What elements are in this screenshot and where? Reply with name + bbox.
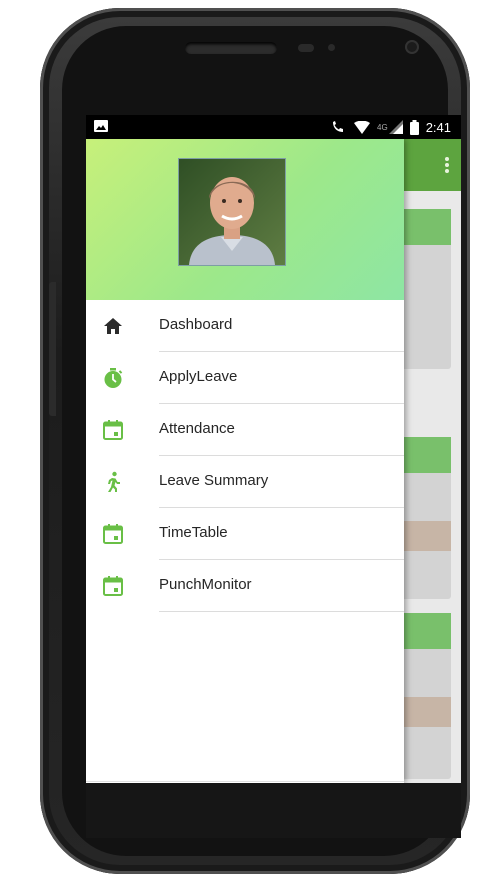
drawer-menu: Dashboard ApplyLeave Attendance Leave Su… [86,300,404,612]
drawer-item-label: PunchMonitor [159,576,252,593]
background-card [398,613,451,779]
signal-icon [388,120,403,134]
divider [86,781,404,782]
calendar-icon [103,420,123,440]
cellular-signal: 4G [377,120,403,134]
wifi-icon [354,120,371,134]
image-notification-icon [94,120,108,132]
phone-chin [86,783,461,838]
proximity-sensor [298,44,314,52]
drawer-item-leave-summary[interactable]: Leave Summary [86,456,404,508]
home-icon [104,318,122,334]
network-type-label: 4G [377,122,388,132]
status-icons: 4G 2:41 [331,119,451,135]
background-card [398,209,451,369]
divider [159,611,404,612]
overflow-menu-icon[interactable] [445,155,449,175]
navigation-drawer: Dashboard ApplyLeave Attendance Leave Su… [86,139,404,783]
profile-photo [179,159,285,265]
drawer-item-applyleave[interactable]: ApplyLeave [86,352,404,404]
wifi-call-icon [333,121,344,132]
status-time: 2:41 [425,119,451,135]
background-card [398,437,451,599]
calendar-icon [103,576,123,596]
light-sensor [328,44,335,51]
volume-button [49,282,56,416]
drawer-item-label: ApplyLeave [159,368,238,385]
timer-icon [104,368,123,388]
front-camera [405,40,419,54]
screen: 4G 2:41 Dashboard ApplyLeave Attendance … [86,115,461,783]
calendar-icon [103,524,123,544]
battery-icon [409,119,419,135]
earpiece-speaker [185,42,277,54]
drawer-item-timetable[interactable]: TimeTable [86,508,404,560]
drawer-item-punchmonitor[interactable]: PunchMonitor [86,560,404,612]
status-bar: 4G 2:41 [86,115,461,139]
drawer-item-attendance[interactable]: Attendance [86,404,404,456]
drawer-item-label: TimeTable [159,524,228,541]
walk-icon [108,471,120,492]
drawer-item-label: Leave Summary [159,472,269,489]
drawer-item-dashboard[interactable]: Dashboard [86,300,404,352]
drawer-item-label: Dashboard [159,316,233,333]
drawer-header [86,139,404,300]
drawer-item-label: Attendance [159,420,235,437]
avatar[interactable] [178,158,286,266]
